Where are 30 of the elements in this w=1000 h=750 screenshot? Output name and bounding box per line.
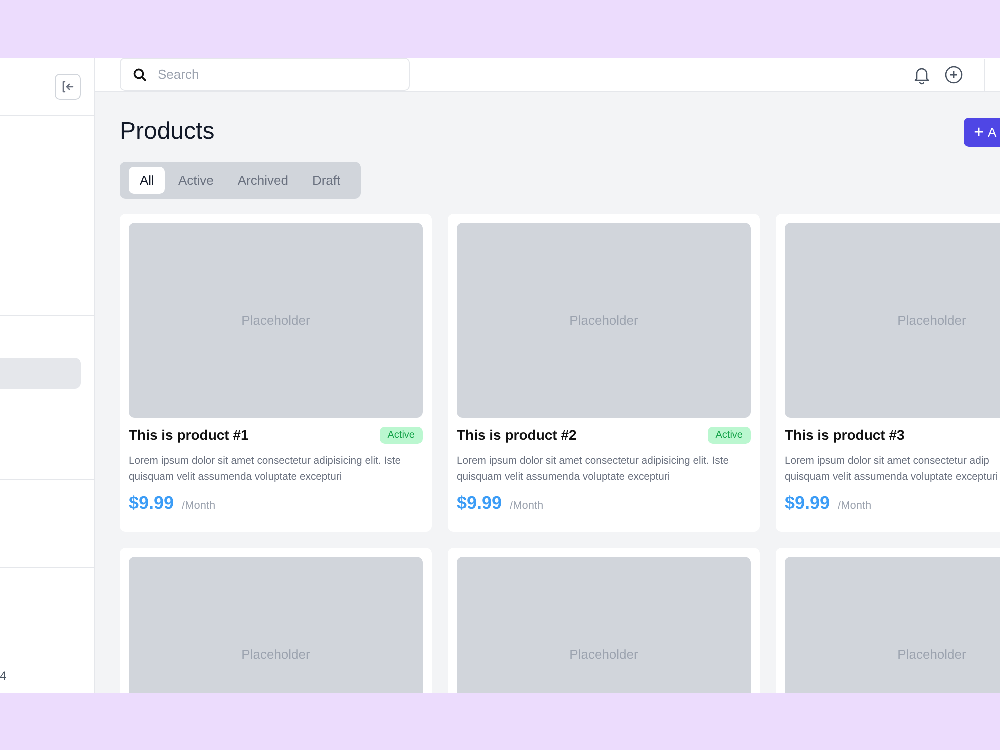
price: $9.99 <box>785 493 830 514</box>
product-title: This is product #1 <box>129 427 249 443</box>
product-description: Lorem ipsum dolor sit amet consectetur adipisicing elit. Iste <box>457 455 730 469</box>
product-description: Lorem ipsum dolor sit amet consectetur adip <box>785 455 990 469</box>
status-badge: Active <box>708 426 751 444</box>
search-field[interactable]: Search <box>120 58 410 91</box>
tab[interactable]: Active <box>167 167 225 194</box>
plus-icon <box>974 127 984 137</box>
product-title: This is product #3 <box>785 427 905 443</box>
collapse-icon <box>61 80 75 94</box>
price-period: /Month <box>182 500 216 512</box>
page-title: Products <box>120 118 215 146</box>
product-description: quisquam velit assumenda voluptate excepturi <box>457 471 672 485</box>
add-button[interactable]: A <box>964 118 1000 146</box>
add-icon[interactable] <box>944 64 964 84</box>
tab[interactable]: Draft <box>301 167 352 194</box>
price: $9.99 <box>457 493 502 514</box>
product-description: quisquam velit assumenda voluptate excepturi <box>129 471 344 485</box>
tab[interactable]: All <box>129 167 166 194</box>
price-period: /Month <box>838 500 872 512</box>
status-badge: Active <box>380 426 423 444</box>
product-title: This is product #2 <box>457 427 577 443</box>
search-icon <box>133 68 147 82</box>
price-period: /Month <box>510 500 544 512</box>
sidebar-text: 4 <box>0 669 7 683</box>
product-description: Lorem ipsum dolor sit amet consectetur adipisicing elit. Iste <box>129 455 402 469</box>
price: $9.99 <box>129 493 174 514</box>
collapse-sidebar-button[interactable] <box>55 74 81 100</box>
product-description: quisquam velit assumenda voluptate excepturi <box>785 471 1000 485</box>
tab[interactable]: Archived <box>226 167 300 194</box>
